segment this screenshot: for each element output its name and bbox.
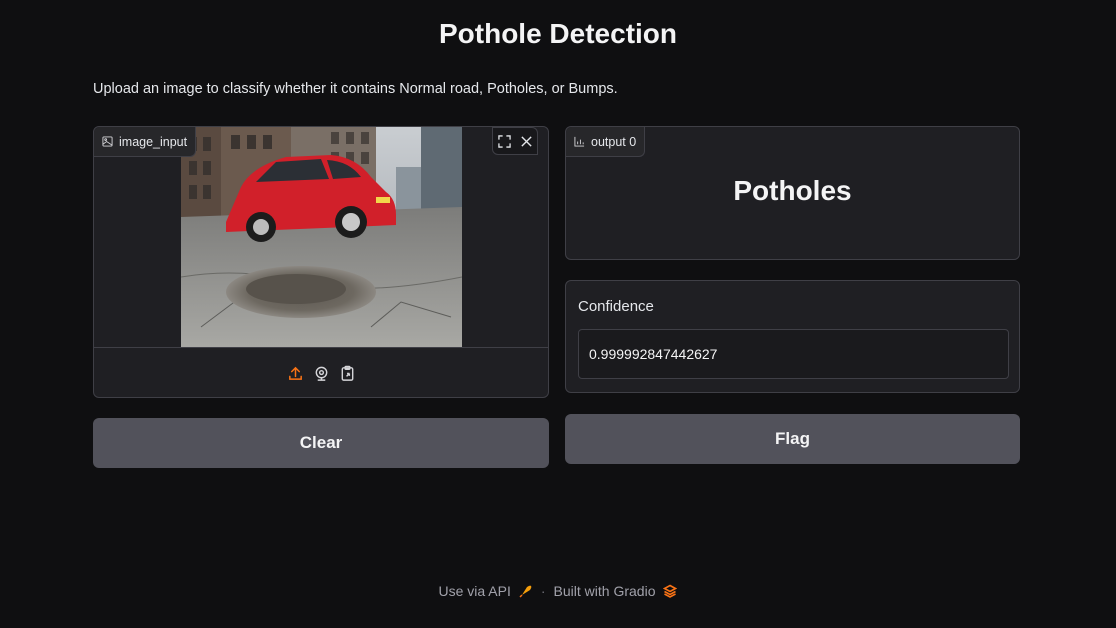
source-selector: [94, 347, 548, 398]
output-label-text: output 0: [591, 134, 637, 149]
output-panel: output 0 Potholes: [565, 126, 1020, 260]
fullscreen-icon[interactable]: [493, 128, 515, 154]
image-input-label-text: image_input: [119, 134, 188, 149]
page-description: Upload an image to classify whether it c…: [93, 81, 618, 97]
built-with-gradio-link[interactable]: Built with Gradio: [554, 583, 656, 599]
image-input-label: image_input: [94, 127, 197, 157]
confidence-value: 0.999992847442627: [589, 346, 718, 362]
confidence-panel: Confidence 0.999992847442627: [565, 280, 1020, 393]
use-via-api-link[interactable]: Use via API: [439, 583, 511, 599]
image-icon: [102, 136, 113, 147]
footer-separator: ·: [540, 583, 546, 599]
image-toolbar: [492, 127, 538, 155]
footer: Use via API · Built with Gradio: [0, 583, 1116, 599]
image-input-panel: image_input: [93, 126, 549, 398]
clipboard-icon[interactable]: [338, 362, 356, 384]
gradio-logo-icon: [663, 584, 678, 598]
bar-chart-icon: [574, 136, 585, 147]
image-preview: [94, 127, 548, 347]
rocket-icon: [519, 585, 532, 598]
predicted-class: Potholes: [733, 175, 852, 206]
close-icon[interactable]: [515, 128, 537, 154]
webcam-icon[interactable]: [312, 362, 330, 384]
output-label: output 0: [566, 127, 646, 157]
upload-icon[interactable]: [286, 362, 304, 384]
pothole-photo: [180, 127, 462, 347]
confidence-field[interactable]: 0.999992847442627: [578, 329, 1009, 379]
clear-button[interactable]: Clear: [93, 418, 549, 468]
confidence-label: Confidence: [578, 298, 654, 315]
flag-button[interactable]: Flag: [565, 414, 1020, 464]
page-title: Pothole Detection: [438, 18, 677, 49]
